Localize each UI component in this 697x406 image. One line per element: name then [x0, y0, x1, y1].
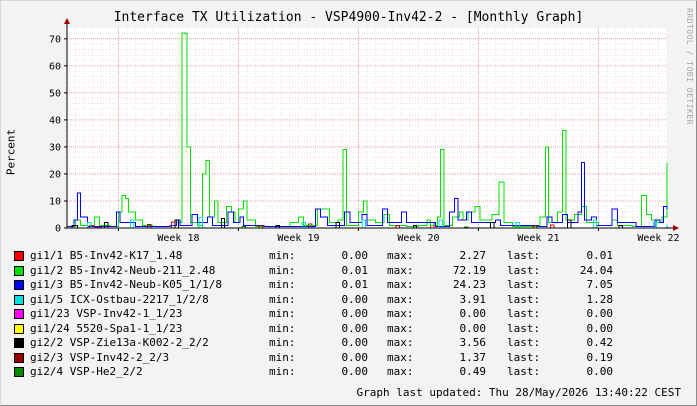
- legend-last-label: last:: [507, 307, 541, 320]
- legend-swatch: [14, 367, 24, 377]
- legend-min-value: 0.01: [341, 278, 369, 291]
- legend-swatch: [14, 309, 24, 319]
- legend-series-name: gi2/4 VSP-He2_2/2: [30, 365, 143, 378]
- legend-min-label: min:: [269, 307, 296, 320]
- legend-last-value: 0.00: [586, 307, 614, 320]
- legend-swatch: [14, 265, 24, 276]
- legend-swatch: [14, 251, 24, 261]
- legend-min-label: min:: [269, 249, 296, 262]
- legend-min-value: 0.00: [341, 350, 369, 364]
- legend-max-value: 2.27: [459, 249, 487, 262]
- x-tick-label: Week 18: [157, 233, 199, 244]
- legend-max-label: max:: [387, 350, 414, 364]
- legend-max-value: 3.56: [459, 336, 487, 349]
- legend-last-value: 1.28: [586, 292, 614, 306]
- y-tick-label: 20: [49, 169, 61, 180]
- legend-max-label: max:: [387, 336, 414, 349]
- legend-last-value: 0.00: [586, 365, 614, 378]
- legend-max-label: max:: [387, 321, 414, 335]
- y-tick-label: 40: [49, 115, 61, 126]
- legend-min-label: min:: [269, 350, 296, 364]
- legend-max-label: max:: [387, 263, 414, 277]
- legend-min-value: 0.00: [341, 292, 369, 306]
- legend-max-label: max:: [387, 278, 414, 291]
- legend-last-value: 0.01: [586, 249, 614, 262]
- legend-max-label: max:: [387, 307, 414, 320]
- legend-max-value: 3.91: [459, 292, 487, 306]
- legend-series-name: gi1/5 ICX-Ostbau-2217_1/2/8: [30, 292, 209, 306]
- legend-max-value: 1.37: [459, 350, 487, 364]
- legend-last-label: last:: [507, 249, 541, 262]
- legend-min-value: 0.00: [341, 365, 369, 378]
- x-tick-labels: Week 18 Week 19 Week 20 Week 21 Week 22: [157, 233, 679, 244]
- legend-swatch: [14, 352, 24, 363]
- legend-last-label: last:: [507, 365, 541, 378]
- legend-last-label: last:: [507, 321, 541, 335]
- y-tick-label: 10: [49, 196, 61, 207]
- legend-last-label: last:: [507, 350, 541, 364]
- legend-last-value: 0.19: [586, 350, 614, 364]
- legend-last-label: last:: [507, 292, 541, 306]
- legend-max-value: 0.00: [459, 321, 487, 335]
- legend-min-value: 0.00: [341, 307, 369, 320]
- legend-max-value: 0.49: [459, 365, 487, 378]
- legend-min-label: min:: [269, 263, 296, 277]
- y-tick-label: 70: [49, 34, 61, 45]
- legend-max-label: max:: [387, 292, 414, 306]
- graph-panel: Interface TX Utilization - VSP4900-Inv42…: [0, 0, 697, 406]
- x-axis-arrow: [673, 225, 679, 231]
- legend-max-value: 72.19: [452, 263, 486, 277]
- x-tick-label: Week 19: [277, 233, 319, 244]
- legend-last-value: 0.00: [586, 321, 614, 335]
- x-tick-label: Week 20: [397, 233, 439, 244]
- legend-last-value: 24.04: [579, 263, 613, 277]
- x-tick-label: Week 22: [637, 233, 679, 244]
- legend-series-name: gi2/2 VSP-Zie13a-K002-2_2/2: [30, 336, 209, 349]
- legend-series-name: gi1/3 B5-Inv42-Neub-K05_1/1/8: [30, 278, 223, 291]
- legend-max-value: 24.23: [452, 278, 486, 291]
- grid-lines: [66, 28, 668, 228]
- legend-swatch: [14, 280, 24, 290]
- legend-max-label: max:: [387, 365, 414, 378]
- legend-max-value: 0.00: [459, 307, 487, 320]
- legend-series-name: gi1/2 B5-Inv42-Neub-211_2.48: [30, 263, 216, 277]
- legend-last-value: 7.05: [586, 278, 614, 291]
- legend-swatch: [14, 323, 24, 334]
- legend-min-label: min:: [269, 365, 296, 378]
- legend-min-label: min:: [269, 292, 296, 306]
- last-updated-text: Graph last updated: Thu 28/May/2026 13:4…: [356, 386, 681, 399]
- legend-min-label: min:: [269, 278, 296, 291]
- legend-series-name: gi2/3 VSP-Inv42-2_2/3: [30, 350, 170, 364]
- y-tick-label: 50: [49, 88, 61, 99]
- x-tick-label: Week 21: [517, 233, 559, 244]
- y-axis-arrow: [64, 18, 70, 24]
- y-tick-label: 30: [49, 142, 61, 153]
- y-tick-labels: 0 10 20 30 40 50 60 70: [49, 34, 61, 234]
- legend-last-label: last:: [507, 263, 541, 277]
- legend-last-label: last:: [507, 278, 541, 291]
- legend-swatch: [14, 294, 24, 305]
- legend-min-value: 0.01: [341, 263, 369, 277]
- legend-last-value: 0.42: [586, 336, 614, 349]
- legend-min-value: 0.00: [341, 321, 369, 335]
- legend-series-name: gi1/23 VSP-Inv42-1_1/23: [30, 307, 183, 320]
- y-tick-label: 60: [49, 61, 61, 72]
- legend-min-value: 0.00: [341, 336, 369, 349]
- legend-max-label: max:: [387, 249, 414, 262]
- legend-min-label: min:: [269, 336, 296, 349]
- legend-last-label: last:: [507, 336, 541, 349]
- legend-series-name: gi1/1 B5-Inv42-K17_1.48: [30, 249, 183, 262]
- legend-min-label: min:: [269, 321, 296, 335]
- legend-min-value: 0.00: [341, 249, 369, 262]
- y-tick-label: 0: [55, 224, 61, 235]
- legend-series-name: gi1/24 5520-Spa1-1_1/23: [30, 321, 183, 335]
- legend-swatch: [14, 338, 24, 348]
